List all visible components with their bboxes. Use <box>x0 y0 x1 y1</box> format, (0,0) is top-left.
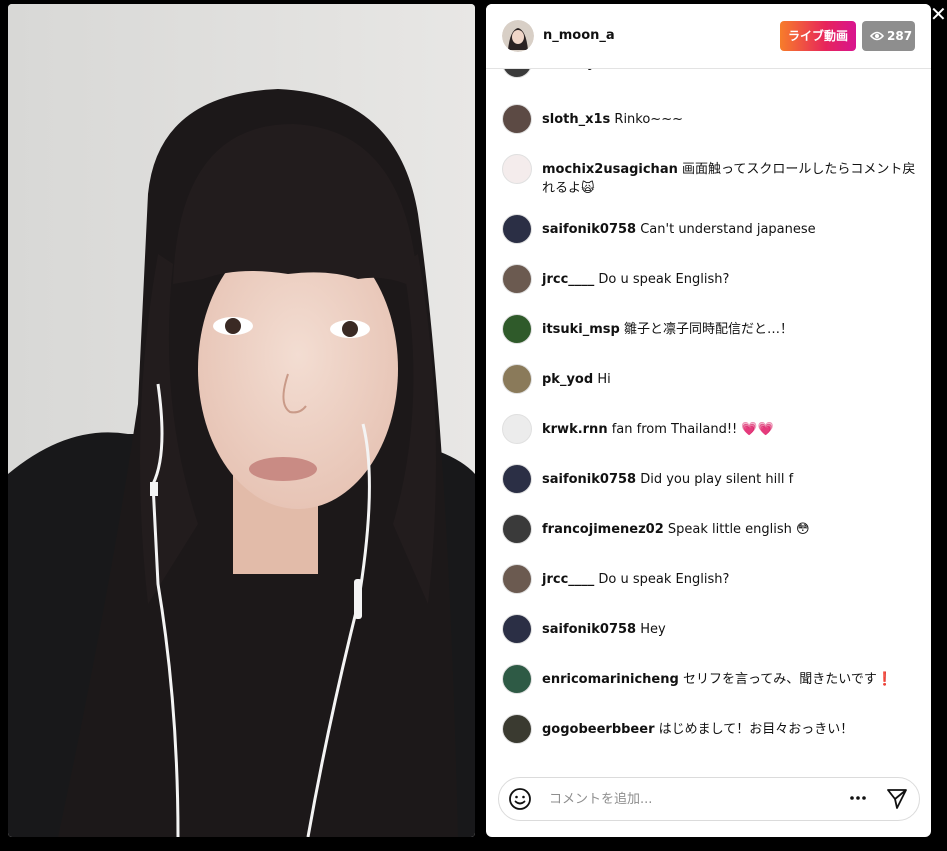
commenter-username[interactable]: mochix2usagichan <box>542 162 678 177</box>
comment-body: francojimenez02 Speak little english 😳 <box>542 520 922 539</box>
comment-text: Hey <box>640 622 666 637</box>
comment-body: itsuki_msp 雛子と凛子同時配信だと…！ <box>542 320 922 339</box>
viewer-count: 287 <box>887 29 913 43</box>
comment-body: jrcc____ Do u speak English? <box>542 570 922 589</box>
comment-composer <box>498 777 920 821</box>
commenter-avatar[interactable] <box>502 564 532 594</box>
comment-body: jrcc____ Do u speak English? <box>542 270 922 289</box>
commenter-username[interactable]: francojimenez02 <box>542 522 664 537</box>
commenter-username[interactable]: saifonik0758 <box>542 622 636 637</box>
comment-body: enricomarinicheng セリフを言ってみ、聞きたいです❗ <box>542 670 922 689</box>
commenter-avatar[interactable] <box>502 614 532 644</box>
live-badge: ライブ動画 <box>780 21 856 51</box>
comment-text: Rinko~~~ <box>614 112 683 127</box>
comment-text: Can't understand japanese <box>640 222 816 237</box>
comment-body: krwk.rnn fan from Thailand!! 💗💗 <box>542 420 922 439</box>
commenter-username[interactable]: pk_yod <box>542 372 593 387</box>
commenter-avatar[interactable] <box>502 214 532 244</box>
commenter-avatar[interactable] <box>502 714 532 744</box>
comment-body: mochix2usagichan 画面触ってスクロールしたらコメント戻れるよ🙀 <box>542 160 922 198</box>
commenter-avatar[interactable] <box>502 664 532 694</box>
avatar-image <box>502 20 534 52</box>
viewer-count-badge: 287 <box>862 21 915 51</box>
commenter-avatar[interactable] <box>502 154 532 184</box>
live-chat-panel: n_moon_a ライブ動画 287 francojimenez02 😍😈😈😈s… <box>486 4 931 837</box>
more-horizontal-icon[interactable] <box>848 788 868 808</box>
comment-body: saifonik0758 Can't understand japanese <box>542 220 922 239</box>
commenter-username[interactable]: gogobeerbbeer <box>542 722 654 737</box>
comment-list[interactable]: francojimenez02 😍😈😈😈sloth_x1s Rinko~~~mo… <box>486 54 931 774</box>
comment-body: saifonik0758 Did you play silent hill f <box>542 470 922 489</box>
commenter-username[interactable]: saifonik0758 <box>542 222 636 237</box>
commenter-username[interactable]: krwk.rnn <box>542 422 608 437</box>
close-button[interactable]: ✕ <box>930 4 947 26</box>
comment-text: Speak little english 😳 <box>667 522 810 537</box>
commenter-username[interactable]: jrcc____ <box>542 272 594 287</box>
comment-body: pk_yod Hi <box>542 370 922 389</box>
eye-icon <box>870 31 884 41</box>
paper-plane-icon[interactable] <box>885 787 909 811</box>
commenter-username[interactable]: sloth_x1s <box>542 112 610 127</box>
comment-text: はじめまして！お目々おっきい！ <box>658 722 854 737</box>
comment-text: fan from Thailand!! 💗💗 <box>611 422 774 437</box>
comment-body: sloth_x1s Rinko~~~ <box>542 110 922 129</box>
comment-text: Hi <box>597 372 611 387</box>
commenter-avatar[interactable] <box>502 414 532 444</box>
comment-body: saifonik0758 Hey <box>542 620 922 639</box>
commenter-username[interactable]: jrcc____ <box>542 572 594 587</box>
commenter-avatar[interactable] <box>502 104 532 134</box>
commenter-username[interactable]: itsuki_msp <box>542 322 620 337</box>
commenter-avatar[interactable] <box>502 514 532 544</box>
comment-text: セリフを言ってみ、聞きたいです❗ <box>682 672 894 687</box>
comment-input[interactable] <box>547 787 801 811</box>
comment-text: Do u speak English? <box>598 572 730 587</box>
commenter-avatar[interactable] <box>502 364 532 394</box>
streamer-video-frame <box>8 4 475 837</box>
commenter-avatar[interactable] <box>502 314 532 344</box>
commenter-avatar[interactable] <box>502 264 532 294</box>
panel-header: n_moon_a ライブ動画 287 <box>486 4 931 69</box>
comment-body: gogobeerbbeer はじめまして！お目々おっきい！ <box>542 720 922 739</box>
comment-text: 雛子と凛子同時配信だと…！ <box>624 322 794 337</box>
commenter-username[interactable]: saifonik0758 <box>542 472 636 487</box>
comment-text: Did you play silent hill f <box>640 472 794 487</box>
live-video-stream[interactable] <box>8 4 475 837</box>
smiley-icon[interactable] <box>508 787 532 811</box>
host-avatar[interactable] <box>502 20 534 52</box>
host-username[interactable]: n_moon_a <box>543 28 615 43</box>
commenter-avatar[interactable] <box>502 464 532 494</box>
comment-text: Do u speak English? <box>598 272 730 287</box>
commenter-username[interactable]: enricomarinicheng <box>542 672 679 687</box>
